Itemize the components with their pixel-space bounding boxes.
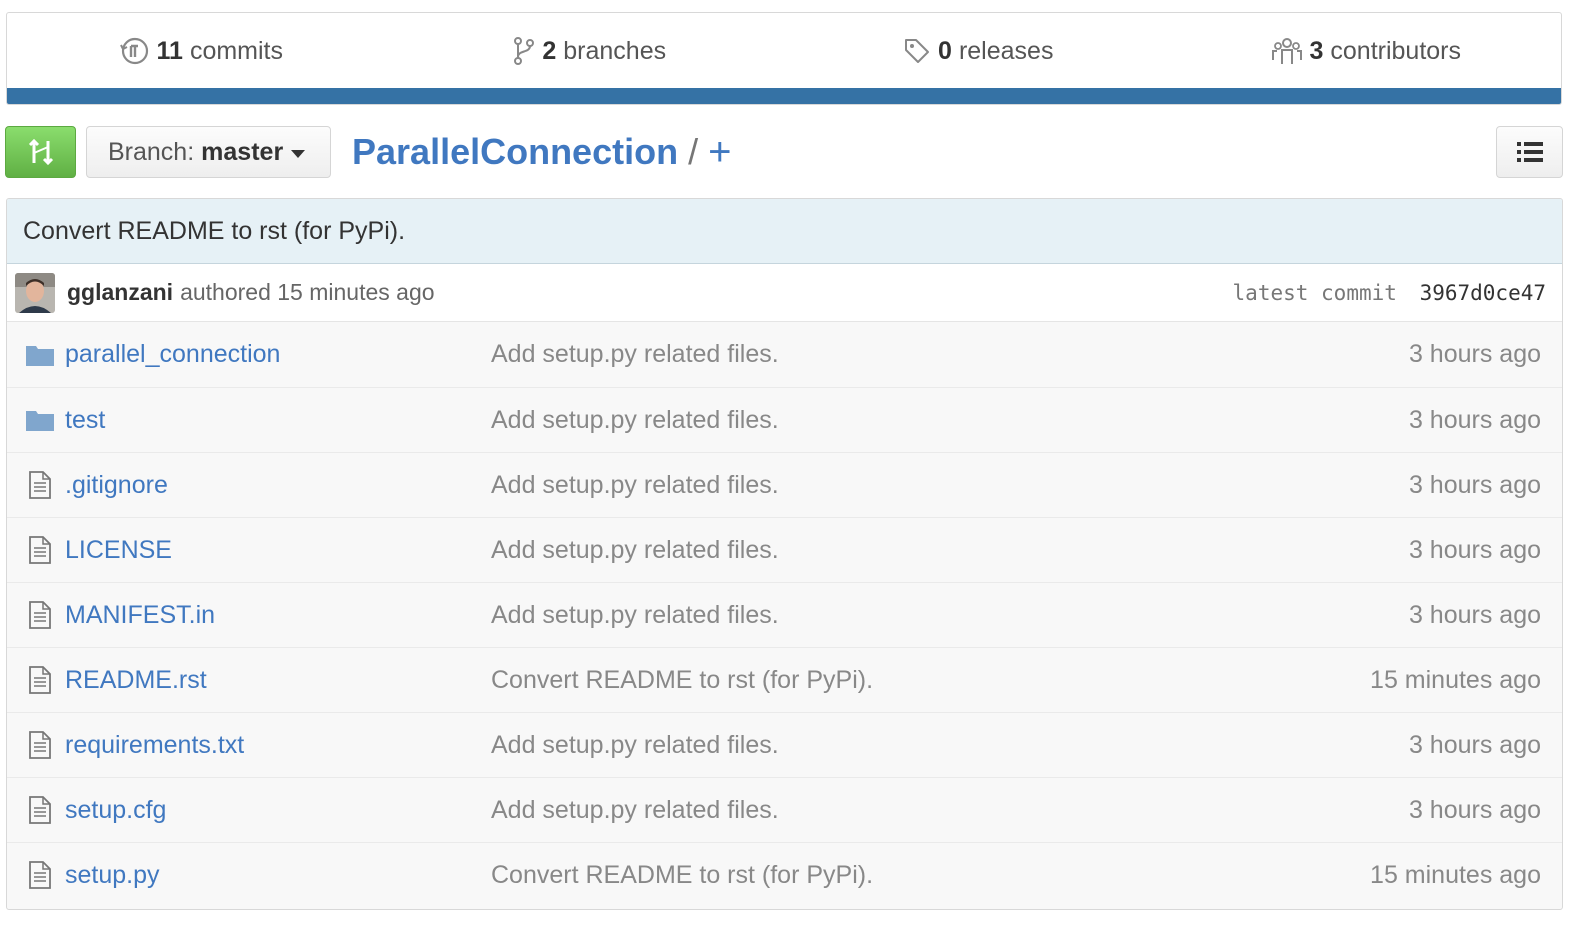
contributors-label: contributors [1330,36,1462,65]
file-name-link[interactable]: README.rst [65,666,491,695]
file-row: setup.cfg Add setup.py related files. 3 ho… [7,777,1562,842]
contributors-link[interactable]: 3 contributors [1173,36,1562,66]
branch-select[interactable]: Branch: master [86,126,331,178]
file-row: parallel_connection Add setup.py related … [7,322,1562,387]
file-age: 3 hours ago [1408,470,1541,499]
file-name-link[interactable]: LICENSE [65,536,491,565]
history-icon [119,37,148,65]
people-icon [1272,38,1303,64]
file-name-link[interactable]: test [65,406,491,435]
repo-summary: 11 commits 2 branches 0 releases 3 contr… [6,12,1562,105]
latest-commit-label: latest commit [1232,280,1397,305]
releases-link[interactable]: 0 releases [784,37,1173,66]
releases-count: 0 [938,36,952,65]
file-row: setup.py Convert README to rst (for PyPi)… [7,842,1562,907]
file-text-icon [7,666,65,694]
commits-count: 11 [156,36,183,65]
commit-message: Convert README to rst (for PyPi). [7,199,1562,264]
branches-label: branches [563,36,667,65]
file-commit-message-link[interactable]: Add setup.py related files. [491,536,1409,565]
file-commit-message-link[interactable]: Add setup.py related files. [491,340,1409,369]
file-commit-message-link[interactable]: Add setup.py related files. [491,731,1409,760]
file-commit-message-link[interactable]: Add setup.py related files. [491,601,1409,630]
file-navigation: Convert README to rst (for PyPi). gglanz… [6,198,1563,910]
file-age: 3 hours ago [1408,730,1541,759]
path-separator: / [688,131,699,172]
commit-sha-link[interactable]: 3967d0ce47 [1420,281,1546,305]
file-commit-message-link[interactable]: Add setup.py related files. [491,471,1409,500]
file-name-link[interactable]: setup.py [65,861,491,890]
file-age: 3 hours ago [1408,405,1541,434]
add-file-button[interactable]: + [708,130,731,175]
file-row: MANIFEST.in Add setup.py related files. 3 … [7,582,1562,647]
branch-prefix: Branch: [108,137,195,166]
contributors-count: 3 [1309,36,1324,65]
releases-label: releases [958,36,1054,65]
commit-message-text[interactable]: Convert README to rst (for PyPi). [23,217,405,246]
file-text-icon [7,536,65,564]
file-text-icon [7,471,65,499]
branch-icon [514,37,535,65]
file-name-link[interactable]: setup.cfg [65,796,491,825]
file-row: requirements.txt Add setup.py related fil… [7,712,1562,777]
file-age: 3 hours ago [1408,795,1541,824]
file-text-icon [7,861,65,889]
avatar[interactable] [15,272,55,313]
folder-icon [7,343,65,367]
language-bar[interactable] [7,88,1561,104]
compare-button[interactable] [5,126,76,178]
list-icon [1516,142,1543,162]
file-row: test Add setup.py related files. 3 hours a… [7,387,1562,452]
folder-icon [7,408,65,432]
file-row: .gitignore Add setup.py related files. 3 h… [7,452,1562,517]
file-commit-message-link[interactable]: Convert README to rst (for PyPi). [491,861,1370,890]
file-text-icon [7,731,65,759]
file-commit-message-link[interactable]: Convert README to rst (for PyPi). [491,666,1370,695]
file-commit-message-link[interactable]: Add setup.py related files. [491,796,1409,825]
file-age: 3 hours ago [1408,600,1541,629]
file-text-icon [7,601,65,629]
file-age: 3 hours ago [1408,340,1541,368]
commit-meta: gglanzani authored 15 minutes ago latest… [7,264,1562,322]
repo-name-link[interactable]: ParallelConnection [352,131,678,173]
file-row: LICENSE Add setup.py related files. 3 hour… [7,517,1562,582]
file-name-link[interactable]: requirements.txt [65,731,491,760]
tag-icon [905,39,930,63]
breadcrumb: ParallelConnection / + [352,128,731,176]
branches-count: 2 [542,36,557,65]
file-commit-message-link[interactable]: Add setup.py related files. [491,406,1409,435]
commits-label: commits [189,36,283,65]
file-age: 15 minutes ago [1370,860,1541,889]
file-text-icon [7,796,65,824]
authored-text: authored 15 minutes ago [180,279,435,305]
compare-icon [28,138,53,166]
commits-link[interactable]: 11 commits [7,36,396,66]
branch-name: master [201,137,284,166]
file-list: parallel_connection Add setup.py related … [7,322,1562,907]
chevron-down-icon [291,149,306,158]
author-link[interactable]: gglanzani [67,279,173,306]
branches-link[interactable]: 2 branches [396,36,785,66]
file-name-link[interactable]: MANIFEST.in [65,601,491,630]
file-row: README.rst Convert README to rst (for PyP… [7,647,1562,712]
file-name-link[interactable]: parallel_connection [65,340,491,369]
latest-commit: latest commit 3967d0ce47 [1233,281,1546,305]
file-age: 3 hours ago [1408,535,1541,564]
file-age: 15 minutes ago [1370,665,1541,694]
file-name-link[interactable]: .gitignore [65,471,491,500]
list-view-button[interactable] [1496,126,1563,178]
